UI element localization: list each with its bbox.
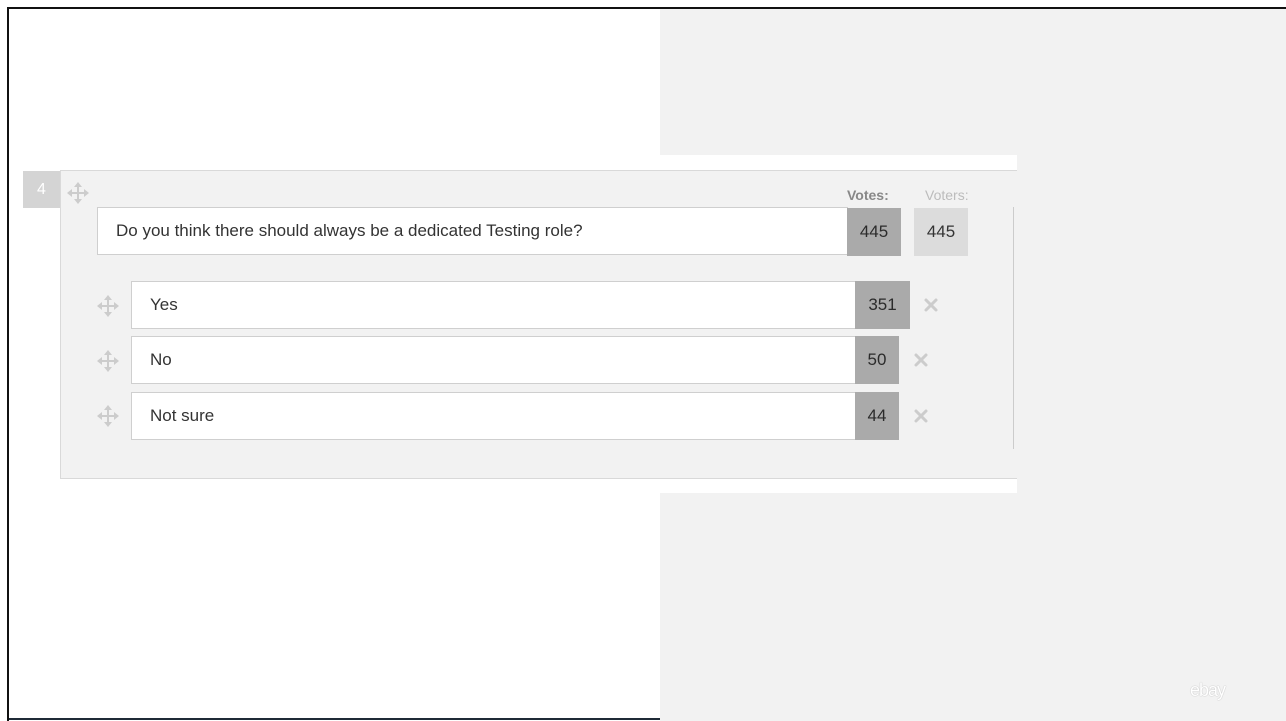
voters-header: Voters:: [925, 187, 969, 203]
option-text-field[interactable]: No: [131, 336, 856, 384]
move-icon[interactable]: [96, 349, 120, 373]
option-votes-count: 50: [855, 336, 899, 384]
close-icon[interactable]: [913, 352, 929, 368]
ebay-logo: ebay: [1190, 680, 1226, 700]
bottom-border: [9, 718, 660, 720]
move-icon[interactable]: [96, 294, 120, 318]
option-text-field[interactable]: Not sure: [131, 392, 856, 440]
votes-header: Votes:: [847, 187, 889, 203]
question-voters-count: 445: [914, 208, 968, 256]
question-text-field[interactable]: Do you think there should always be a de…: [97, 207, 848, 255]
card-divider: [1013, 207, 1014, 449]
question-number: 4: [23, 171, 60, 208]
move-icon[interactable]: [96, 404, 120, 428]
option-votes-count: 44: [855, 392, 899, 440]
option-text-field[interactable]: Yes: [131, 281, 856, 329]
question-votes-count: 445: [847, 208, 901, 256]
move-icon[interactable]: [66, 181, 90, 205]
close-icon[interactable]: [923, 297, 939, 313]
option-votes-count: 351: [855, 281, 910, 329]
close-icon[interactable]: [913, 408, 929, 424]
